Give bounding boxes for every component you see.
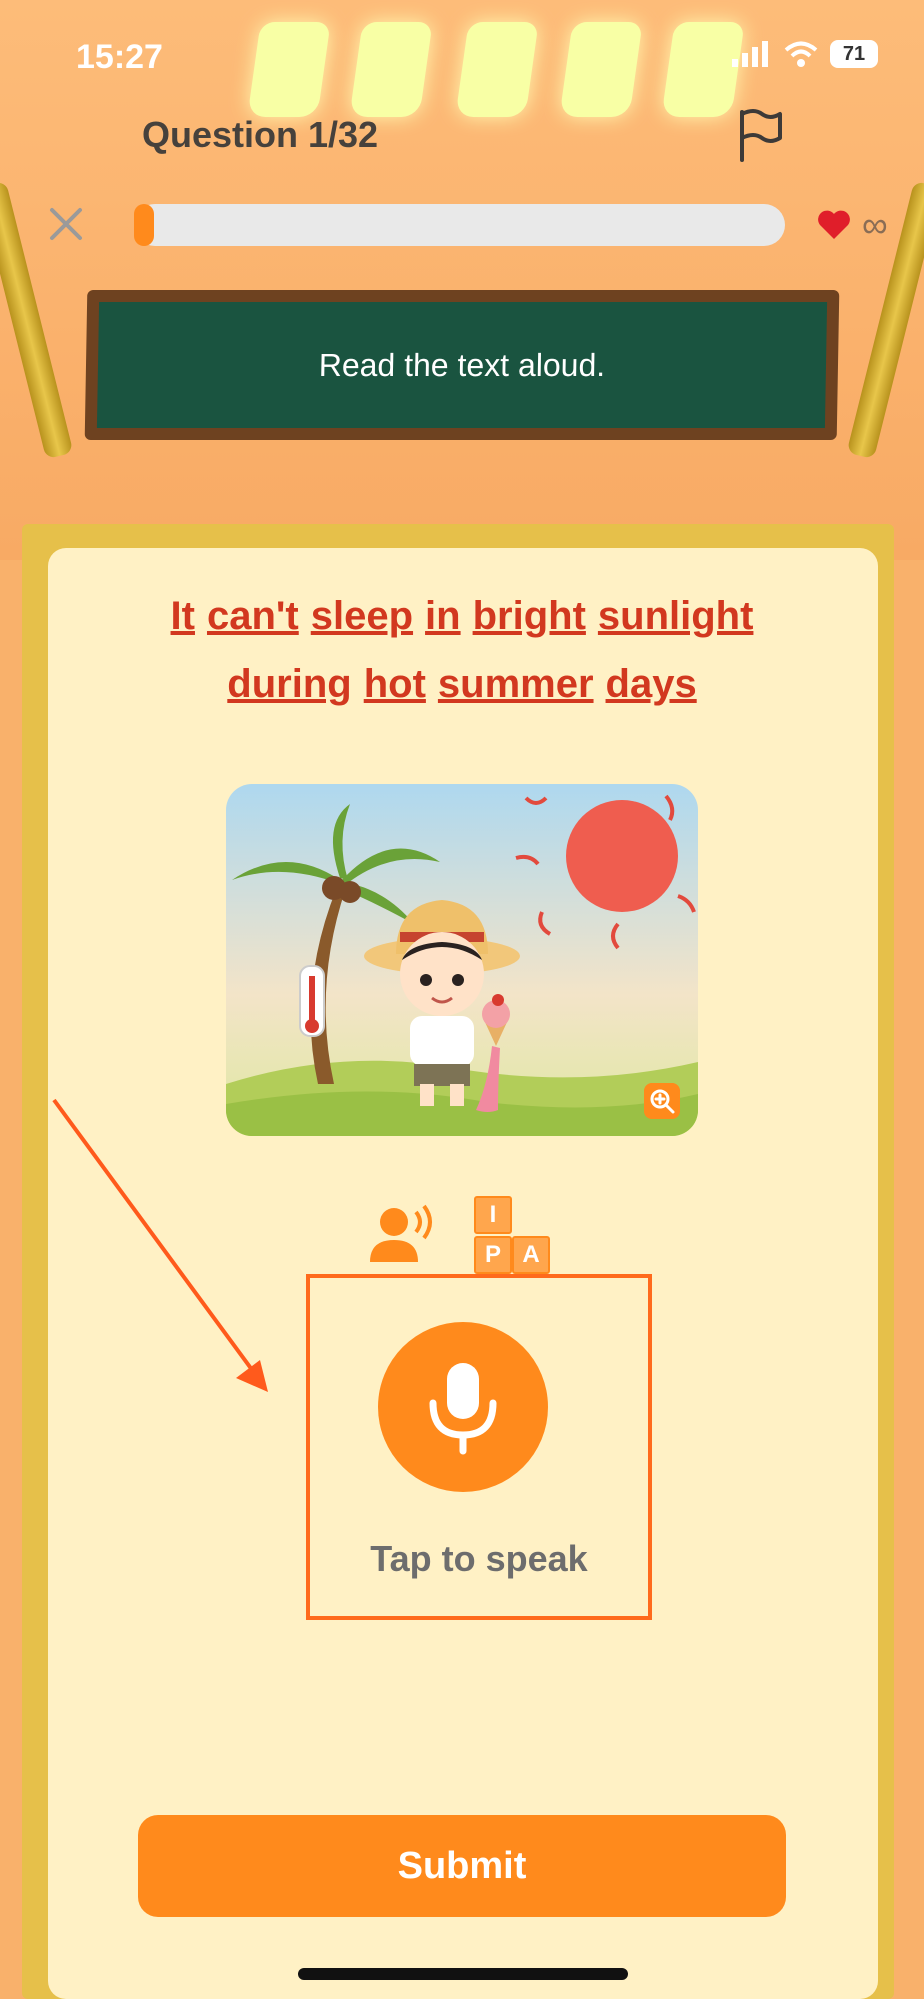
pronunciation-tools: I P A bbox=[370, 1196, 560, 1274]
zoom-in-icon[interactable] bbox=[644, 1083, 680, 1119]
lives-indicator: ∞ bbox=[816, 204, 888, 246]
sentence-word[interactable]: bright bbox=[473, 594, 586, 638]
sentence-word[interactable]: sleep bbox=[311, 594, 413, 638]
status-time: 15:27 bbox=[76, 38, 163, 76]
sentence: It can't sleep in bright sunlight during hot su… bbox=[0, 582, 924, 718]
wifi-icon bbox=[784, 41, 818, 67]
sentence-word[interactable]: summer bbox=[438, 662, 594, 706]
instruction-board: Read the text aloud. bbox=[84, 290, 840, 440]
progress-fill bbox=[134, 204, 154, 246]
sentence-word[interactable]: can't bbox=[207, 594, 299, 638]
lives-count: ∞ bbox=[862, 204, 888, 245]
heart-icon bbox=[818, 210, 850, 239]
sentence-word[interactable]: sunlight bbox=[598, 594, 754, 638]
instruction-text: Read the text aloud. bbox=[96, 302, 828, 428]
ipa-block-top: I bbox=[474, 1196, 512, 1234]
sentence-word[interactable]: It bbox=[171, 594, 195, 638]
speaker-person-icon[interactable] bbox=[370, 1204, 436, 1266]
status-icons: 71 bbox=[732, 40, 878, 68]
submit-button[interactable]: Submit bbox=[138, 1815, 786, 1917]
ipa-blocks-icon[interactable]: I P A bbox=[470, 1196, 570, 1274]
lantern-1 bbox=[247, 22, 331, 117]
microphone-button[interactable] bbox=[378, 1322, 548, 1492]
ipa-block-right: A bbox=[512, 1236, 550, 1274]
close-icon[interactable] bbox=[46, 204, 86, 244]
sentence-word[interactable]: days bbox=[606, 662, 697, 706]
sentence-word[interactable]: in bbox=[425, 594, 461, 638]
sentence-line-2: during hot summer days bbox=[0, 650, 924, 718]
signal-icon bbox=[732, 41, 768, 67]
flag-icon[interactable] bbox=[736, 108, 784, 164]
illustration bbox=[226, 794, 698, 1136]
sentence-word[interactable]: during bbox=[227, 662, 351, 706]
lantern-3 bbox=[455, 22, 539, 117]
battery-indicator: 71 bbox=[830, 40, 878, 68]
sentence-line-1: It can't sleep in bright sunlight bbox=[0, 582, 924, 650]
home-indicator bbox=[298, 1968, 628, 1980]
arrow-annotation bbox=[52, 1098, 268, 1392]
ipa-block-left: P bbox=[474, 1236, 512, 1274]
sentence-word[interactable]: hot bbox=[364, 662, 426, 706]
microphone-icon bbox=[429, 1363, 497, 1455]
tap-to-speak-label: Tap to speak bbox=[370, 1538, 588, 1579]
question-counter: Question 1/32 bbox=[142, 114, 379, 155]
progress-bar bbox=[134, 204, 785, 246]
lantern-4 bbox=[559, 22, 643, 117]
lantern-2 bbox=[349, 22, 433, 117]
lantern-5 bbox=[661, 22, 745, 117]
illustration-card[interactable] bbox=[226, 784, 698, 1136]
